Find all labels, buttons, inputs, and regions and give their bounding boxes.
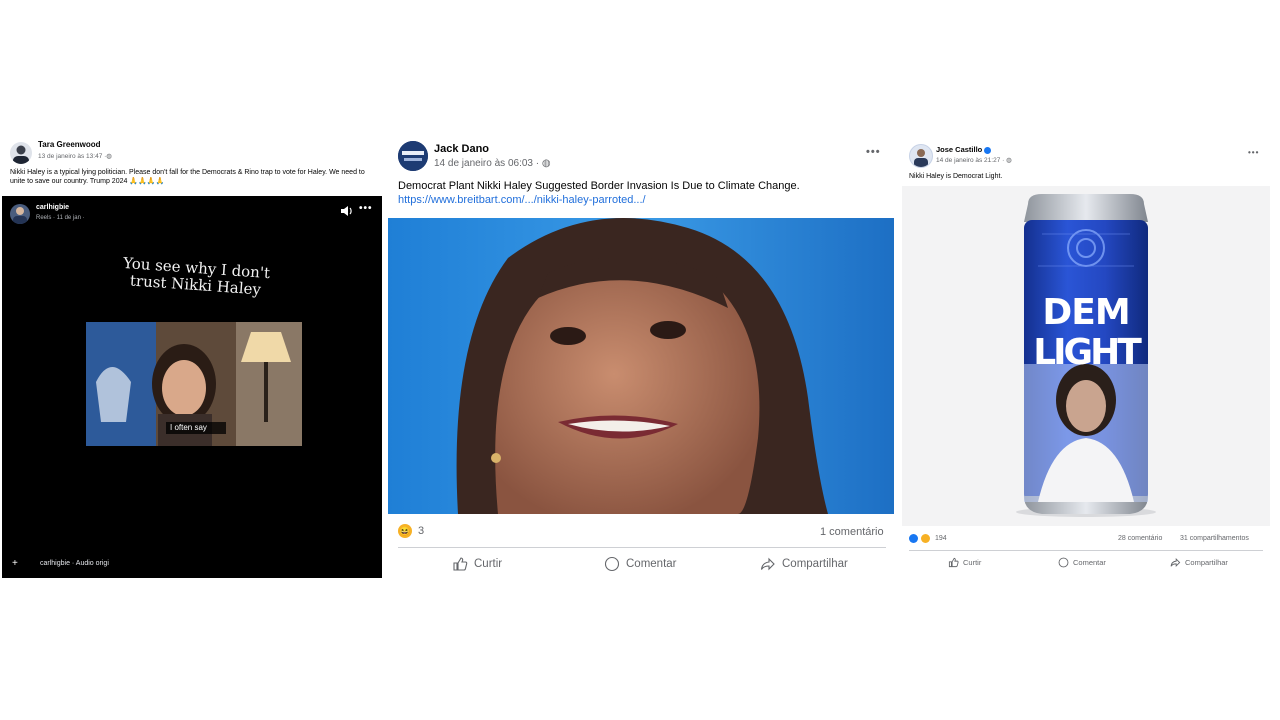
comment-button[interactable]: Comentar xyxy=(1058,557,1106,568)
reaction-count: 3 xyxy=(418,525,425,537)
post-timestamp[interactable]: 13 de janeiro às 13:47 ·◍ xyxy=(38,152,112,160)
author-name[interactable]: Jose Castillo xyxy=(936,145,992,154)
post-text: Democrat Plant Nikki Haley Suggested Bor… xyxy=(398,180,800,192)
author-name[interactable]: Tara Greenwood xyxy=(38,140,101,149)
globe-icon: ◍ xyxy=(541,158,551,169)
like-label: Curtir xyxy=(963,558,982,567)
like-button[interactable]: Curtir xyxy=(452,556,502,572)
reel-video[interactable]: carlhigbie Reels · 11 de jan · ••• You s… xyxy=(2,196,382,578)
share-label: Compartilhar xyxy=(1185,558,1228,567)
post-1: Tara Greenwood 13 de janeiro às 13:47 ·◍… xyxy=(2,136,382,578)
article-image[interactable] xyxy=(388,218,894,514)
can-text-line1: DEM xyxy=(1042,292,1130,333)
haha-reaction-icon xyxy=(921,534,930,543)
author-avatar[interactable] xyxy=(909,144,933,168)
more-options-icon[interactable]: ••• xyxy=(1248,148,1259,157)
comment-button[interactable]: Comentar xyxy=(604,556,677,572)
reaction-count: 194 xyxy=(935,535,947,542)
thumbs-up-icon xyxy=(948,557,959,568)
plus-icon[interactable]: + xyxy=(12,558,18,569)
reel-subtitle: I often say xyxy=(170,423,207,432)
share-button[interactable]: Compartilhar xyxy=(1170,557,1228,568)
comment-icon xyxy=(1058,557,1069,568)
reel-author-name[interactable]: carlhigbie xyxy=(36,204,69,211)
reel-meta: Reels · 11 de jan · xyxy=(36,215,85,221)
post-text: Nikki Haley is Democrat Light. xyxy=(909,173,1003,180)
author-name[interactable]: Jack Dano xyxy=(434,143,489,155)
post-timestamp[interactable]: 14 de janeiro às 21:27 · ◍ xyxy=(936,156,1012,164)
reaction-summary[interactable]: 😆 3 xyxy=(398,524,424,538)
globe-icon: ·◍ xyxy=(104,153,112,160)
author-avatar[interactable] xyxy=(10,142,32,164)
comment-label: Comentar xyxy=(626,558,677,570)
author-name-text: Jose Castillo xyxy=(936,145,983,154)
reel-audio[interactable]: carlhigbie · Audio origi xyxy=(40,560,109,567)
post-3: Jose Castillo 14 de janeiro às 21:27 · ◍… xyxy=(902,138,1270,578)
timestamp-text: 14 de janeiro às 21:27 · xyxy=(936,157,1005,164)
reel-video-frame: I often say xyxy=(86,322,302,446)
timestamp-text: 13 de janeiro às 13:47 xyxy=(38,153,103,160)
globe-icon: ◍ xyxy=(1006,157,1012,164)
share-count[interactable]: 31 compartilhamentos xyxy=(1180,535,1249,542)
reel-author-avatar[interactable] xyxy=(10,204,30,224)
timestamp-text: 14 de janeiro às 06:03 · xyxy=(434,158,540,169)
more-options-icon[interactable]: ••• xyxy=(866,146,881,158)
actions-divider xyxy=(909,550,1263,551)
article-link[interactable]: https://www.breitbart.com/.../nikki-hale… xyxy=(398,194,646,206)
comment-count[interactable]: 28 comentário xyxy=(1118,535,1162,542)
share-icon xyxy=(760,557,775,571)
comment-label: Comentar xyxy=(1073,558,1106,567)
author-avatar[interactable] xyxy=(398,141,428,171)
like-button[interactable]: Curtir xyxy=(948,557,981,568)
actions-divider xyxy=(398,547,886,548)
share-button[interactable]: Compartilhar xyxy=(760,556,848,572)
reaction-summary[interactable]: 194 xyxy=(909,534,947,543)
verified-badge-icon xyxy=(984,146,992,154)
share-label: Compartilhar xyxy=(782,558,848,570)
reel-more-options-icon[interactable]: ••• xyxy=(359,203,373,214)
post-2: Jack Dano 14 de janeiro às 06:03 · ◍ •••… xyxy=(388,136,894,582)
post-text: Nikki Haley is a typical lying politicia… xyxy=(10,169,365,186)
speaker-icon[interactable] xyxy=(340,205,354,217)
haha-reaction-icon: 😆 xyxy=(398,524,412,538)
post-timestamp[interactable]: 14 de janeiro às 06:03 · ◍ xyxy=(434,158,551,169)
like-reaction-icon xyxy=(909,534,918,543)
reel-caption: You see why I don't trust Nikki Haley xyxy=(122,253,271,299)
comment-count[interactable]: 1 comentário xyxy=(820,526,884,538)
thumbs-up-icon xyxy=(453,557,468,571)
comment-icon xyxy=(604,556,620,572)
share-icon xyxy=(1170,557,1181,568)
beer-can-image[interactable]: DEM LIGHT xyxy=(902,186,1270,526)
can-text-line2: LIGHT xyxy=(1033,332,1142,373)
like-label: Curtir xyxy=(474,558,503,570)
